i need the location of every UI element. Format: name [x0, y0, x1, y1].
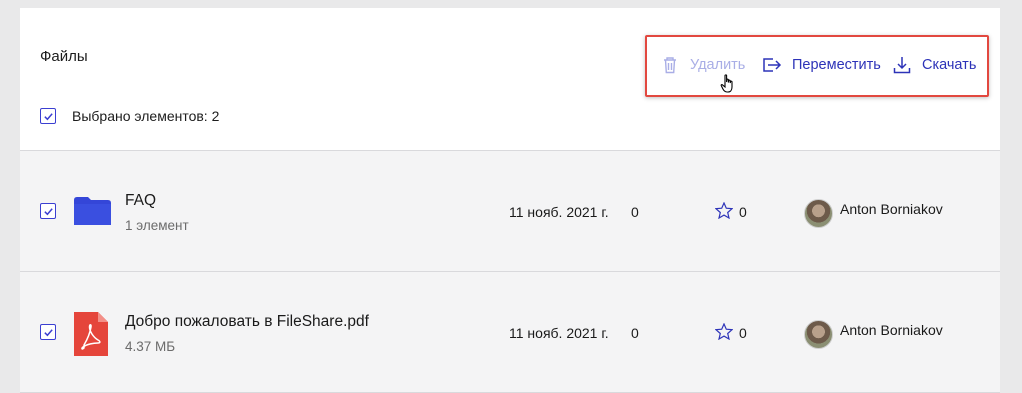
trash-icon — [660, 55, 680, 75]
select-all-checkbox[interactable] — [40, 108, 56, 124]
file-row[interactable]: Добро пожаловать в FileShare.pdf 4.37 МБ… — [20, 272, 1000, 393]
file-meta: 1 элемент — [125, 218, 189, 233]
file-name[interactable]: FAQ — [125, 192, 156, 210]
star-icon[interactable] — [714, 201, 734, 224]
download-icon — [892, 55, 912, 75]
download-label: Скачать — [922, 57, 977, 73]
delete-label: Удалить — [690, 57, 746, 73]
file-meta: 4.37 МБ — [125, 339, 176, 354]
files-panel: Файлы Выбрано элементов: 2 Удалить Перем… — [20, 8, 1000, 393]
selection-bar: Выбрано элементов: 2 — [40, 106, 219, 126]
move-label: Переместить — [792, 57, 881, 73]
row-checkbox[interactable] — [40, 324, 56, 340]
check-icon — [43, 207, 53, 215]
owner-name: Anton Borniakov — [840, 322, 943, 338]
star-icon[interactable] — [714, 322, 734, 345]
selected-count: Выбрано элементов: 2 — [72, 108, 220, 124]
star-count: 0 — [739, 325, 747, 341]
move-button[interactable]: Переместить — [762, 55, 881, 75]
check-icon — [43, 328, 53, 336]
row-checkbox[interactable] — [40, 203, 56, 219]
avatar — [804, 320, 833, 349]
star-count: 0 — [739, 204, 747, 220]
file-date: 11 нояб. 2021 г. — [509, 204, 609, 220]
file-count: 0 — [631, 325, 639, 341]
download-button[interactable]: Скачать — [892, 55, 976, 75]
file-name[interactable]: Добро пожаловать в FileShare.pdf — [125, 313, 369, 331]
delete-button[interactable]: Удалить — [660, 55, 745, 75]
avatar — [804, 199, 833, 228]
check-icon — [43, 112, 53, 120]
file-date: 11 нояб. 2021 г. — [509, 325, 609, 341]
files-header: Файлы Выбрано элементов: 2 Удалить Перем… — [20, 8, 1000, 151]
hand-pointer-cursor-icon — [720, 74, 736, 99]
pdf-file-icon — [74, 312, 108, 361]
folder-icon — [74, 197, 111, 230]
page-title: Файлы — [40, 48, 88, 65]
move-icon — [762, 55, 782, 75]
file-row[interactable]: FAQ 1 элемент 11 нояб. 2021 г. 0 0 Anton… — [20, 151, 1000, 272]
file-count: 0 — [631, 204, 639, 220]
owner-name: Anton Borniakov — [840, 201, 943, 217]
